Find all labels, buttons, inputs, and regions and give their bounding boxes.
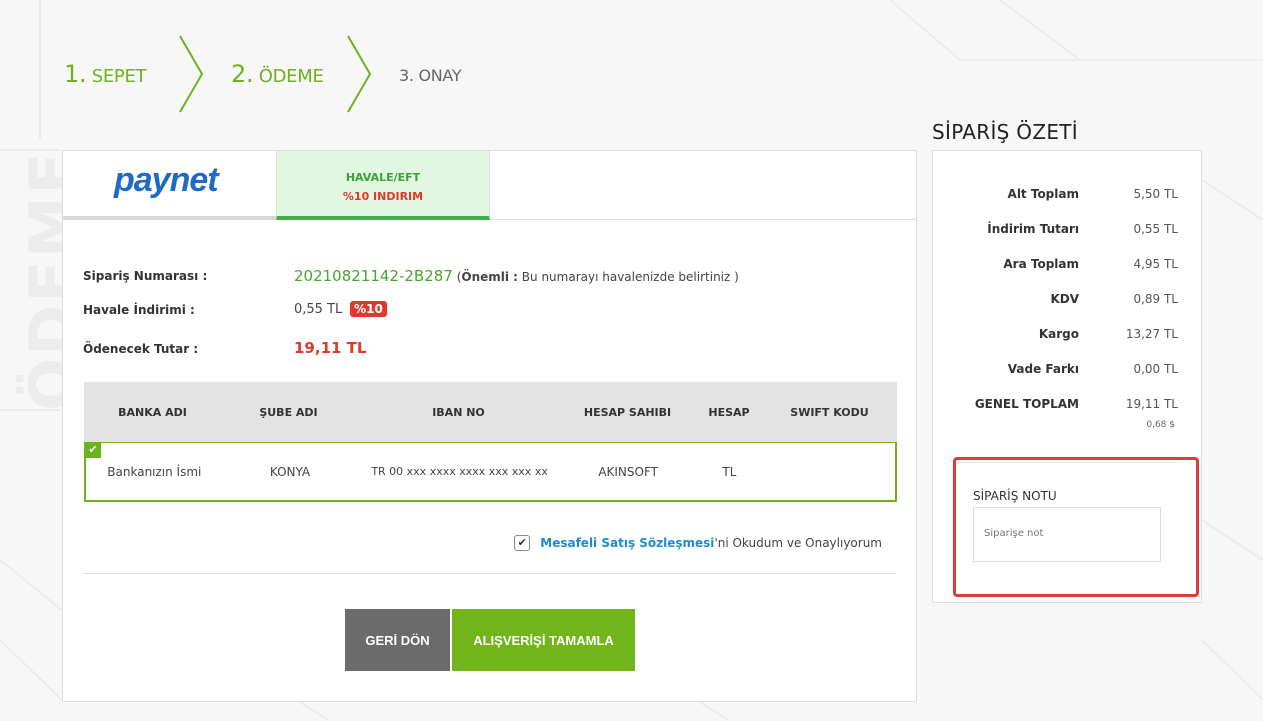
- summary-value: 0,89 TL: [1133, 292, 1178, 306]
- tab-bank-transfer-title: HAVALE/EFT: [345, 171, 421, 184]
- summary-value: 4,95 TL: [1133, 257, 1178, 271]
- tab-bank-transfer[interactable]: HAVALE/EFT %10 INDIRIM: [276, 151, 490, 220]
- summary-label: Ara Toplam: [1003, 257, 1079, 271]
- summary-row: Kargo 13,27 TL: [933, 327, 1203, 347]
- chevron-right-icon: [179, 35, 204, 113]
- summary-row: KDV 0,89 TL: [933, 292, 1203, 312]
- amount-due-value: 19,11 TL: [294, 339, 367, 357]
- table-header: BANKA ADI ŞUBE ADI IBAN NO HESAP SAHIBI …: [84, 382, 897, 442]
- summary-value: 5,50 TL: [1133, 187, 1178, 201]
- transfer-discount-value: 0,55 TL: [294, 302, 343, 317]
- step-label: SEPET: [91, 66, 147, 87]
- step-number: 3.: [399, 66, 414, 85]
- payment-card: paynet HAVALE/EFT %10 INDIRIM Sipariş Nu…: [62, 150, 917, 702]
- summary-row: Vade Farkı 0,00 TL: [933, 362, 1203, 382]
- step-label: ONAY: [418, 66, 462, 85]
- divider: [83, 573, 896, 574]
- table-cell: TL: [722, 464, 737, 479]
- column-header: HESAP: [708, 405, 750, 419]
- usd-total: 0,68 $: [1146, 420, 1175, 430]
- summary-label: Alt Toplam: [1007, 187, 1079, 201]
- summary-value: 19,11 TL: [1125, 397, 1178, 411]
- amount-due-label: Ödenecek Tutar :: [83, 342, 199, 356]
- checkout-steps: 1. SEPET 2. ÖDEME 3. ONAY: [0, 30, 600, 120]
- discount-badge: %10: [350, 301, 387, 317]
- agreement-checkbox[interactable]: ✔: [514, 535, 531, 551]
- summary-title: SİPARİŞ ÖZETİ: [932, 120, 1078, 144]
- column-header: BANKA ADI: [118, 405, 187, 419]
- step-cart[interactable]: 1. SEPET: [64, 60, 147, 88]
- complete-order-button[interactable]: ALIŞVERİŞİ TAMAMLA: [452, 609, 635, 671]
- table-cell: KONYA: [269, 464, 311, 479]
- summary-label: Kargo: [1038, 327, 1079, 341]
- table-cell: TR 00 xxx xxxx xxxx xxx xxx xx: [371, 465, 548, 478]
- order-number: 20210821142-2B287: [294, 267, 453, 285]
- column-header: HESAP SAHIBI: [583, 405, 672, 419]
- step-confirm: 3. ONAY: [399, 66, 462, 85]
- table-cell: AKINSOFT: [598, 464, 658, 479]
- order-number-value-group: 20210821142-2B287 (Önemli : Bu numarayı …: [294, 267, 739, 285]
- check-icon: ✔: [85, 442, 101, 458]
- table-cell: Bankanızın İsmi: [107, 464, 202, 479]
- summary-label: Vade Farkı: [1007, 362, 1079, 376]
- step-label: ÖDEME: [258, 66, 324, 87]
- order-note-section: SİPARİŞ NOTU: [953, 457, 1199, 597]
- summary-label: İndirim Tutarı: [987, 222, 1079, 236]
- summary-row: Alt Toplam 5,50 TL: [933, 187, 1203, 207]
- order-number-note: (Önemli : Bu numarayı havalenizde belirt…: [456, 270, 739, 284]
- paynet-logo: paynet: [114, 161, 219, 199]
- tab-bank-transfer-discount: %10 INDIRIM: [342, 190, 424, 203]
- step-payment[interactable]: 2. ÖDEME: [231, 60, 324, 88]
- column-header: ŞUBE ADI: [259, 405, 318, 419]
- chevron-right-icon: [347, 35, 372, 113]
- column-header: IBAN NO: [432, 405, 485, 419]
- order-note-label: SİPARİŞ NOTU: [973, 489, 1057, 503]
- payment-method-tabs: paynet HAVALE/EFT %10 INDIRIM: [63, 151, 916, 220]
- agreement-row: ✔ Mesafeli Satış Sözleşmesi'ni Okudum ve…: [514, 535, 882, 551]
- summary-label: KDV: [1050, 292, 1079, 306]
- summary-row: İndirim Tutarı 0,55 TL: [933, 222, 1203, 242]
- agreement-link[interactable]: Mesafeli Satış Sözleşmesi: [540, 536, 714, 550]
- order-note-input[interactable]: [973, 507, 1161, 562]
- bank-account-table: BANKA ADI ŞUBE ADI IBAN NO HESAP SAHIBI …: [84, 382, 897, 502]
- tab-paynet[interactable]: paynet: [63, 151, 276, 220]
- table-row[interactable]: ✔ Bankanızın İsmi KONYA TR 00 xxx xxxx x…: [84, 442, 897, 502]
- agreement-text: 'ni Okudum ve Onaylıyorum: [714, 536, 882, 550]
- summary-value: 0,55 TL: [1133, 222, 1178, 236]
- order-number-label: Sipariş Numarası :: [83, 269, 208, 283]
- summary-label: GENEL TOPLAM: [974, 397, 1079, 411]
- transfer-discount-label: Havale İndirimi :: [83, 303, 195, 317]
- summary-value: 0,00 TL: [1133, 362, 1178, 376]
- step-number: 1.: [64, 60, 87, 88]
- summary-value: 13,27 TL: [1125, 327, 1178, 341]
- summary-row: Ara Toplam 4,95 TL: [933, 257, 1203, 277]
- back-button[interactable]: GERİ DÖN: [345, 609, 450, 671]
- summary-total-row: GENEL TOPLAM 19,11 TL: [933, 397, 1203, 417]
- transfer-discount-value-group: 0,55 TL %10: [294, 301, 387, 317]
- step-number: 2.: [231, 60, 254, 88]
- column-header: SWIFT KODU: [790, 405, 869, 419]
